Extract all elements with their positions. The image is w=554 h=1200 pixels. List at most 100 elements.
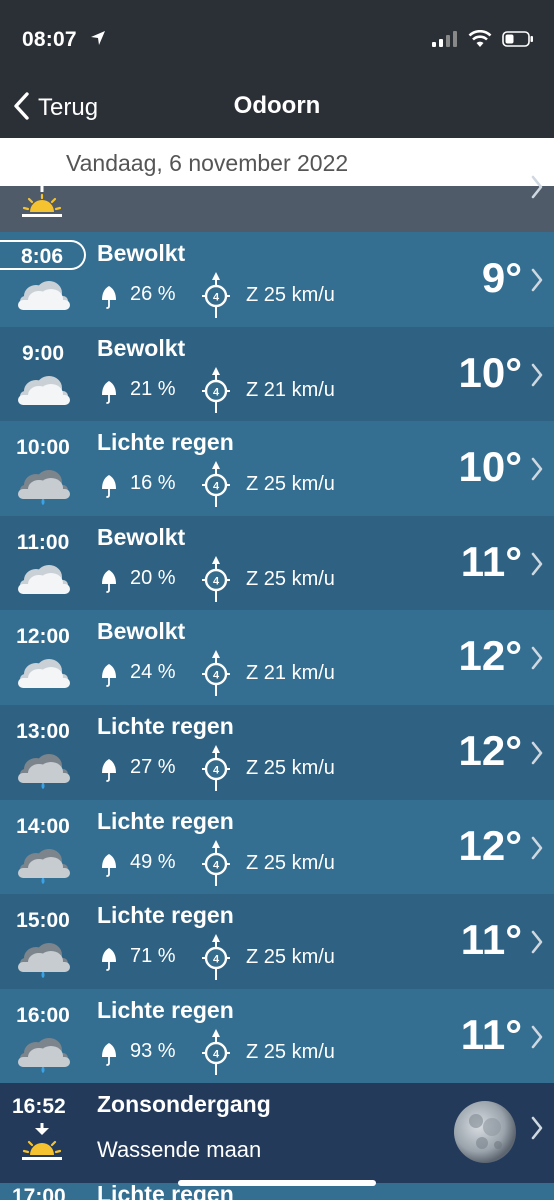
svg-text:4: 4	[213, 576, 220, 588]
location-arrow-icon	[90, 30, 106, 51]
date-label: Vandaag, 6 november 2022	[66, 150, 349, 176]
wind-compass-icon: 4	[200, 461, 232, 514]
rain-cloud-icon	[14, 842, 72, 893]
condition-label: Lichte regen	[97, 997, 234, 1023]
nav-bar: Terug Odoorn	[0, 80, 554, 138]
hourly-row[interactable]: 10:00 Lichte regen 16 % 4 Z 25 km/u 10°	[0, 421, 554, 516]
chevron-right-icon	[530, 362, 544, 393]
wifi-icon	[468, 29, 492, 53]
temperature: 9°	[481, 254, 522, 301]
hourly-row[interactable]: 9:00 Bewolkt 21 % 4 Z 21 km/u 10°	[0, 327, 554, 422]
temperature: 12°	[458, 632, 522, 679]
precipitation-chance: 93 %	[130, 1040, 176, 1062]
hourly-row[interactable]: 11:00 Bewolkt 20 % 4 Z 25 km/u 11°	[0, 516, 554, 611]
moon-icon	[452, 1099, 518, 1170]
wind-compass-icon: 4	[200, 650, 232, 703]
svg-text:4: 4	[213, 765, 220, 777]
condition-label: Lichte regen	[97, 429, 234, 455]
precipitation-umbrella-icon	[98, 568, 120, 599]
date-header: Vandaag, 6 november 2022	[0, 138, 554, 186]
svg-text:4: 4	[213, 292, 220, 304]
wind-compass-icon: 4	[200, 556, 232, 609]
hourly-row[interactable]: 16:00 Lichte regen 93 % 4 Z 25 km/u 11°	[0, 989, 554, 1084]
home-indicator[interactable]	[178, 1180, 376, 1186]
svg-text:4: 4	[213, 954, 220, 966]
wind-compass-icon: 4	[200, 745, 232, 798]
svg-text:4: 4	[213, 860, 220, 872]
precipitation-chance: 16 %	[130, 472, 176, 494]
wind-speed: Z 25 km/u	[246, 284, 335, 306]
chevron-right-icon	[530, 1024, 544, 1055]
precipitation-chance: 20 %	[130, 567, 176, 589]
precipitation-umbrella-icon	[98, 284, 120, 315]
temperature: 10°	[458, 349, 522, 396]
precipitation-chance: 21 %	[130, 378, 176, 400]
status-indicators	[432, 29, 534, 53]
hour-label: 8:06	[0, 240, 86, 270]
hour-label: 11:00	[16, 531, 70, 554]
chevron-right-icon	[530, 551, 544, 582]
page-title: Odoorn	[233, 92, 321, 119]
precipitation-chance: 49 %	[130, 851, 176, 873]
sunset-row[interactable]: 16:52 Zonsondergang Wassende maan	[0, 1083, 554, 1183]
wind-speed: Z 21 km/u	[246, 379, 335, 401]
sunrise-row[interactable]	[0, 175, 554, 232]
hourly-row[interactable]: 13:00 Lichte regen 27 % 4 Z 25 km/u 12°	[0, 705, 554, 800]
wind-speed: Z 25 km/u	[246, 473, 335, 495]
temperature: 12°	[458, 822, 522, 869]
wind-compass-icon: 4	[200, 934, 232, 987]
svg-text:4: 4	[213, 1049, 220, 1061]
svg-text:4: 4	[213, 670, 220, 682]
cloud-icon	[14, 369, 72, 420]
moon-phase-label: Wassende maan	[97, 1137, 262, 1162]
hour-label: 13:00	[16, 720, 70, 743]
chevron-right-icon	[530, 740, 544, 771]
temperature: 11°	[460, 538, 522, 585]
hourly-row[interactable]: 8:06 Bewolkt 26 % 4 Z 25 km/u 9°	[0, 232, 554, 327]
temperature: 12°	[458, 727, 522, 774]
condition-label: Bewolkt	[97, 240, 186, 266]
chevron-right-icon	[530, 645, 544, 676]
rain-cloud-icon	[14, 747, 72, 798]
hourly-row[interactable]: 14:00 Lichte regen 49 % 4 Z 25 km/u 12°	[0, 800, 554, 895]
precipitation-umbrella-icon	[98, 379, 120, 410]
chevron-right-icon	[530, 456, 544, 487]
precipitation-umbrella-icon	[98, 946, 120, 977]
hour-label: 12:00	[16, 625, 70, 648]
precipitation-chance: 27 %	[130, 756, 176, 778]
signal-icon	[432, 31, 458, 52]
wind-speed: Z 21 km/u	[246, 662, 335, 684]
hourly-row[interactable]: 12:00 Bewolkt 24 % 4 Z 21 km/u 12°	[0, 610, 554, 705]
hour-label: 9:00	[21, 342, 65, 365]
hour-label: 14:00	[16, 815, 70, 838]
status-bar: 08:07	[0, 0, 554, 80]
wind-speed: Z 25 km/u	[246, 1041, 335, 1063]
chevron-right-icon	[530, 1115, 544, 1146]
precipitation-umbrella-icon	[98, 662, 120, 693]
cloud-icon	[14, 558, 72, 609]
hour-label: 15:00	[16, 909, 70, 932]
wind-speed: Z 25 km/u	[246, 757, 335, 779]
temperature: 10°	[458, 443, 522, 490]
cloud-icon	[14, 652, 72, 703]
cloud-icon	[14, 274, 72, 325]
condition-label: Bewolkt	[97, 335, 186, 361]
hourly-row[interactable]: 15:00 Lichte regen 71 % 4 Z 25 km/u 11°	[0, 894, 554, 989]
sunset-icon	[20, 1123, 64, 1168]
temperature: 11°	[460, 916, 522, 963]
condition-label: Lichte regen	[97, 713, 234, 739]
precipitation-chance: 24 %	[130, 661, 176, 683]
wind-speed: Z 25 km/u	[246, 568, 335, 590]
battery-icon	[502, 31, 534, 52]
wind-speed: Z 25 km/u	[246, 946, 335, 968]
chevron-right-icon	[530, 174, 544, 205]
wind-compass-icon: 4	[200, 840, 232, 893]
status-time: 08:07	[22, 28, 77, 51]
rain-cloud-icon	[14, 1031, 72, 1082]
wind-compass-icon: 4	[200, 272, 232, 325]
sunset-time: 16:52	[12, 1095, 66, 1118]
chevron-right-icon	[530, 835, 544, 866]
chevron-right-icon	[530, 267, 544, 298]
precipitation-chance: 71 %	[130, 945, 176, 967]
rain-cloud-icon	[14, 936, 72, 987]
